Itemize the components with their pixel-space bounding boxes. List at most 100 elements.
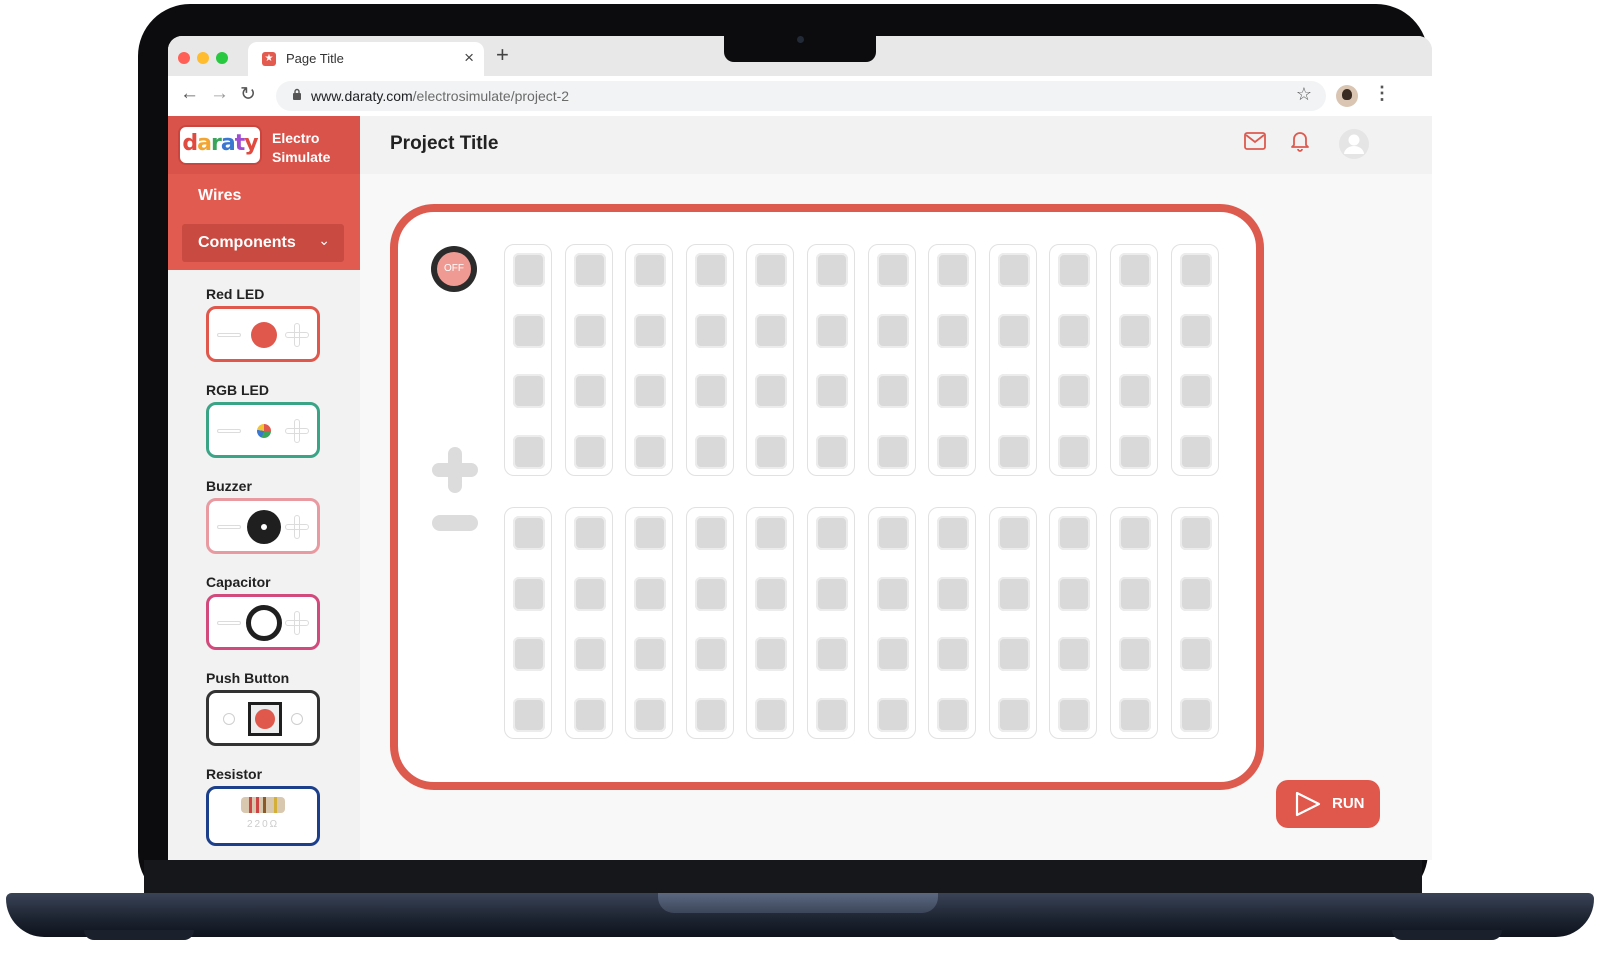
daraty-logo[interactable]: daraty: [178, 125, 262, 165]
breadboard-hole[interactable]: [755, 253, 788, 287]
browser-profile-avatar[interactable]: [1336, 85, 1358, 107]
positive-rail-icon[interactable]: [432, 447, 478, 493]
breadboard-hole[interactable]: [755, 576, 788, 611]
breadboard-hole[interactable]: [1119, 516, 1151, 550]
breadboard-hole[interactable]: [694, 253, 727, 287]
breadboard-hole[interactable]: [634, 313, 667, 348]
breadboard-hole[interactable]: [1179, 697, 1212, 732]
breadboard-hole[interactable]: [876, 697, 909, 732]
tab-close-icon[interactable]: ×: [464, 48, 474, 68]
breadboard-hole[interactable]: [937, 576, 970, 611]
component-rgb-led[interactable]: [206, 402, 320, 458]
breadboard-hole[interactable]: [1119, 697, 1151, 732]
sidebar-item-wires[interactable]: Wires: [198, 187, 241, 205]
breadboard-hole[interactable]: [694, 697, 727, 732]
breadboard-hole[interactable]: [513, 576, 545, 611]
breadboard-hole[interactable]: [997, 253, 1030, 287]
breadboard-hole[interactable]: [1179, 313, 1212, 348]
breadboard-hole[interactable]: [816, 637, 848, 672]
reload-icon[interactable]: ↻: [240, 83, 256, 106]
user-avatar[interactable]: [1338, 128, 1370, 165]
breadboard-hole[interactable]: [1058, 637, 1091, 672]
breadboard-hole[interactable]: [937, 313, 970, 348]
breadboard-hole[interactable]: [513, 516, 545, 550]
component-resistor[interactable]: 220Ω: [206, 786, 320, 846]
breadboard-hole[interactable]: [755, 434, 788, 469]
breadboard-hole[interactable]: [755, 374, 788, 409]
breadboard-hole[interactable]: [694, 374, 727, 409]
breadboard-hole[interactable]: [937, 637, 970, 672]
breadboard-hole[interactable]: [876, 576, 909, 611]
breadboard-hole[interactable]: [997, 697, 1030, 732]
breadboard-hole[interactable]: [937, 434, 970, 469]
breadboard-hole[interactable]: [876, 516, 909, 550]
breadboard-hole[interactable]: [1058, 374, 1091, 409]
breadboard-hole[interactable]: [513, 374, 545, 409]
breadboard-hole[interactable]: [1179, 253, 1212, 287]
breadboard-hole[interactable]: [513, 637, 545, 672]
breadboard-hole[interactable]: [816, 374, 848, 409]
breadboard-hole[interactable]: [694, 576, 727, 611]
breadboard-hole[interactable]: [573, 576, 606, 611]
component-buzzer[interactable]: [206, 498, 320, 554]
breadboard-hole[interactable]: [816, 434, 848, 469]
breadboard-hole[interactable]: [997, 637, 1030, 672]
breadboard-hole[interactable]: [876, 374, 909, 409]
bell-icon[interactable]: [1290, 130, 1310, 157]
close-window-button[interactable]: [178, 52, 190, 64]
breadboard-hole[interactable]: [634, 516, 667, 550]
breadboard-hole[interactable]: [937, 253, 970, 287]
breadboard-hole[interactable]: [997, 516, 1030, 550]
breadboard-hole[interactable]: [1179, 576, 1212, 611]
breadboard-hole[interactable]: [876, 313, 909, 348]
breadboard-hole[interactable]: [634, 697, 667, 732]
breadboard-hole[interactable]: [876, 637, 909, 672]
breadboard-hole[interactable]: [573, 637, 606, 672]
maximize-window-button[interactable]: [216, 52, 228, 64]
breadboard-hole[interactable]: [1058, 516, 1091, 550]
run-button[interactable]: RUN: [1276, 780, 1380, 828]
bookmark-star-icon[interactable]: ☆: [1296, 84, 1312, 105]
breadboard-hole[interactable]: [816, 576, 848, 611]
breadboard-hole[interactable]: [694, 637, 727, 672]
breadboard-hole[interactable]: [997, 434, 1030, 469]
breadboard-hole[interactable]: [997, 313, 1030, 348]
breadboard-hole[interactable]: [1058, 576, 1091, 611]
breadboard-hole[interactable]: [1119, 637, 1151, 672]
breadboard-hole[interactable]: [755, 637, 788, 672]
breadboard-hole[interactable]: [513, 434, 545, 469]
breadboard-hole[interactable]: [816, 697, 848, 732]
breadboard-hole[interactable]: [1119, 576, 1151, 611]
url-field[interactable]: www.daraty.com/electrosimulate/project-2…: [276, 81, 1326, 111]
breadboard-hole[interactable]: [816, 516, 848, 550]
breadboard-hole[interactable]: [997, 576, 1030, 611]
breadboard-hole[interactable]: [694, 313, 727, 348]
breadboard-hole[interactable]: [513, 253, 545, 287]
breadboard-hole[interactable]: [634, 576, 667, 611]
breadboard-hole[interactable]: [513, 697, 545, 732]
breadboard-hole[interactable]: [1119, 434, 1151, 469]
minimize-window-button[interactable]: [197, 52, 209, 64]
breadboard-hole[interactable]: [1058, 697, 1091, 732]
browser-tab[interactable]: ★ Page Title ×: [248, 42, 484, 76]
mail-icon[interactable]: [1244, 132, 1266, 155]
breadboard-hole[interactable]: [755, 516, 788, 550]
breadboard-hole[interactable]: [1058, 434, 1091, 469]
breadboard-hole[interactable]: [634, 374, 667, 409]
breadboard-hole[interactable]: [1119, 253, 1151, 287]
power-switch[interactable]: OFF: [431, 246, 477, 292]
breadboard-hole[interactable]: [816, 253, 848, 287]
breadboard-hole[interactable]: [937, 697, 970, 732]
breadboard-hole[interactable]: [1119, 374, 1151, 409]
breadboard-hole[interactable]: [634, 253, 667, 287]
breadboard-hole[interactable]: [573, 434, 606, 469]
back-icon[interactable]: ←: [180, 83, 199, 105]
components-dropdown[interactable]: Components ⌄: [182, 224, 344, 262]
browser-menu-icon[interactable]: ⋮: [1373, 83, 1391, 104]
breadboard-hole[interactable]: [876, 434, 909, 469]
breadboard-hole[interactable]: [1179, 637, 1212, 672]
new-tab-icon[interactable]: +: [496, 42, 509, 68]
breadboard-hole[interactable]: [513, 313, 545, 348]
breadboard-hole[interactable]: [1179, 374, 1212, 409]
breadboard-hole[interactable]: [755, 697, 788, 732]
